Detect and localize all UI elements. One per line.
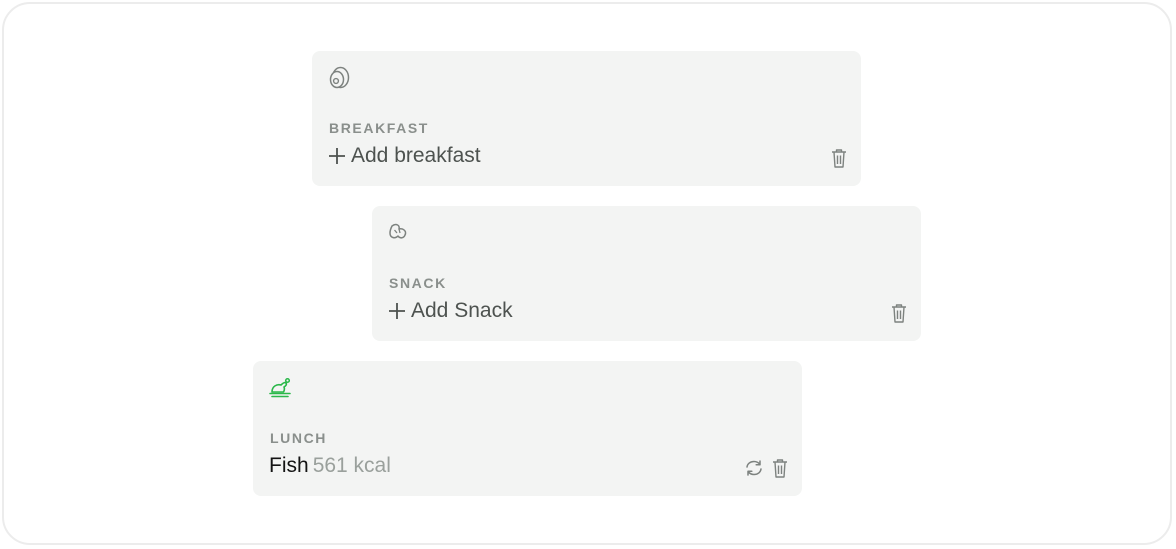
delete-breakfast-trash-icon[interactable] xyxy=(829,147,849,169)
add-snack-label: Add Snack xyxy=(411,299,513,322)
meal-label-snack: SNACK xyxy=(389,275,447,291)
add-breakfast-label: Add breakfast xyxy=(351,144,481,167)
food-name: Fish xyxy=(269,454,309,477)
meal-card-breakfast: BREAKFAST Add breakfast xyxy=(312,51,861,186)
meal-label-breakfast: BREAKFAST xyxy=(329,120,429,136)
meal-card-snack: SNACK Add Snack xyxy=(372,206,921,341)
roast-chicken-icon xyxy=(269,377,291,398)
lunch-food-entry[interactable]: Fish 561 kcal xyxy=(269,454,391,478)
meal-label-lunch: LUNCH xyxy=(270,430,327,446)
plus-icon xyxy=(329,148,345,164)
add-breakfast-button[interactable]: Add breakfast xyxy=(327,144,481,168)
food-calories: 561 kcal xyxy=(312,454,391,477)
plus-icon xyxy=(389,303,405,319)
delete-lunch-trash-icon[interactable] xyxy=(770,457,790,479)
swap-refresh-icon[interactable] xyxy=(743,457,765,479)
delete-snack-trash-icon[interactable] xyxy=(889,302,909,324)
croissant-icon xyxy=(389,223,407,239)
egg-icon xyxy=(329,66,350,89)
add-snack-button[interactable]: Add Snack xyxy=(387,299,513,323)
meal-card-lunch: LUNCH Fish 561 kcal xyxy=(253,361,802,496)
